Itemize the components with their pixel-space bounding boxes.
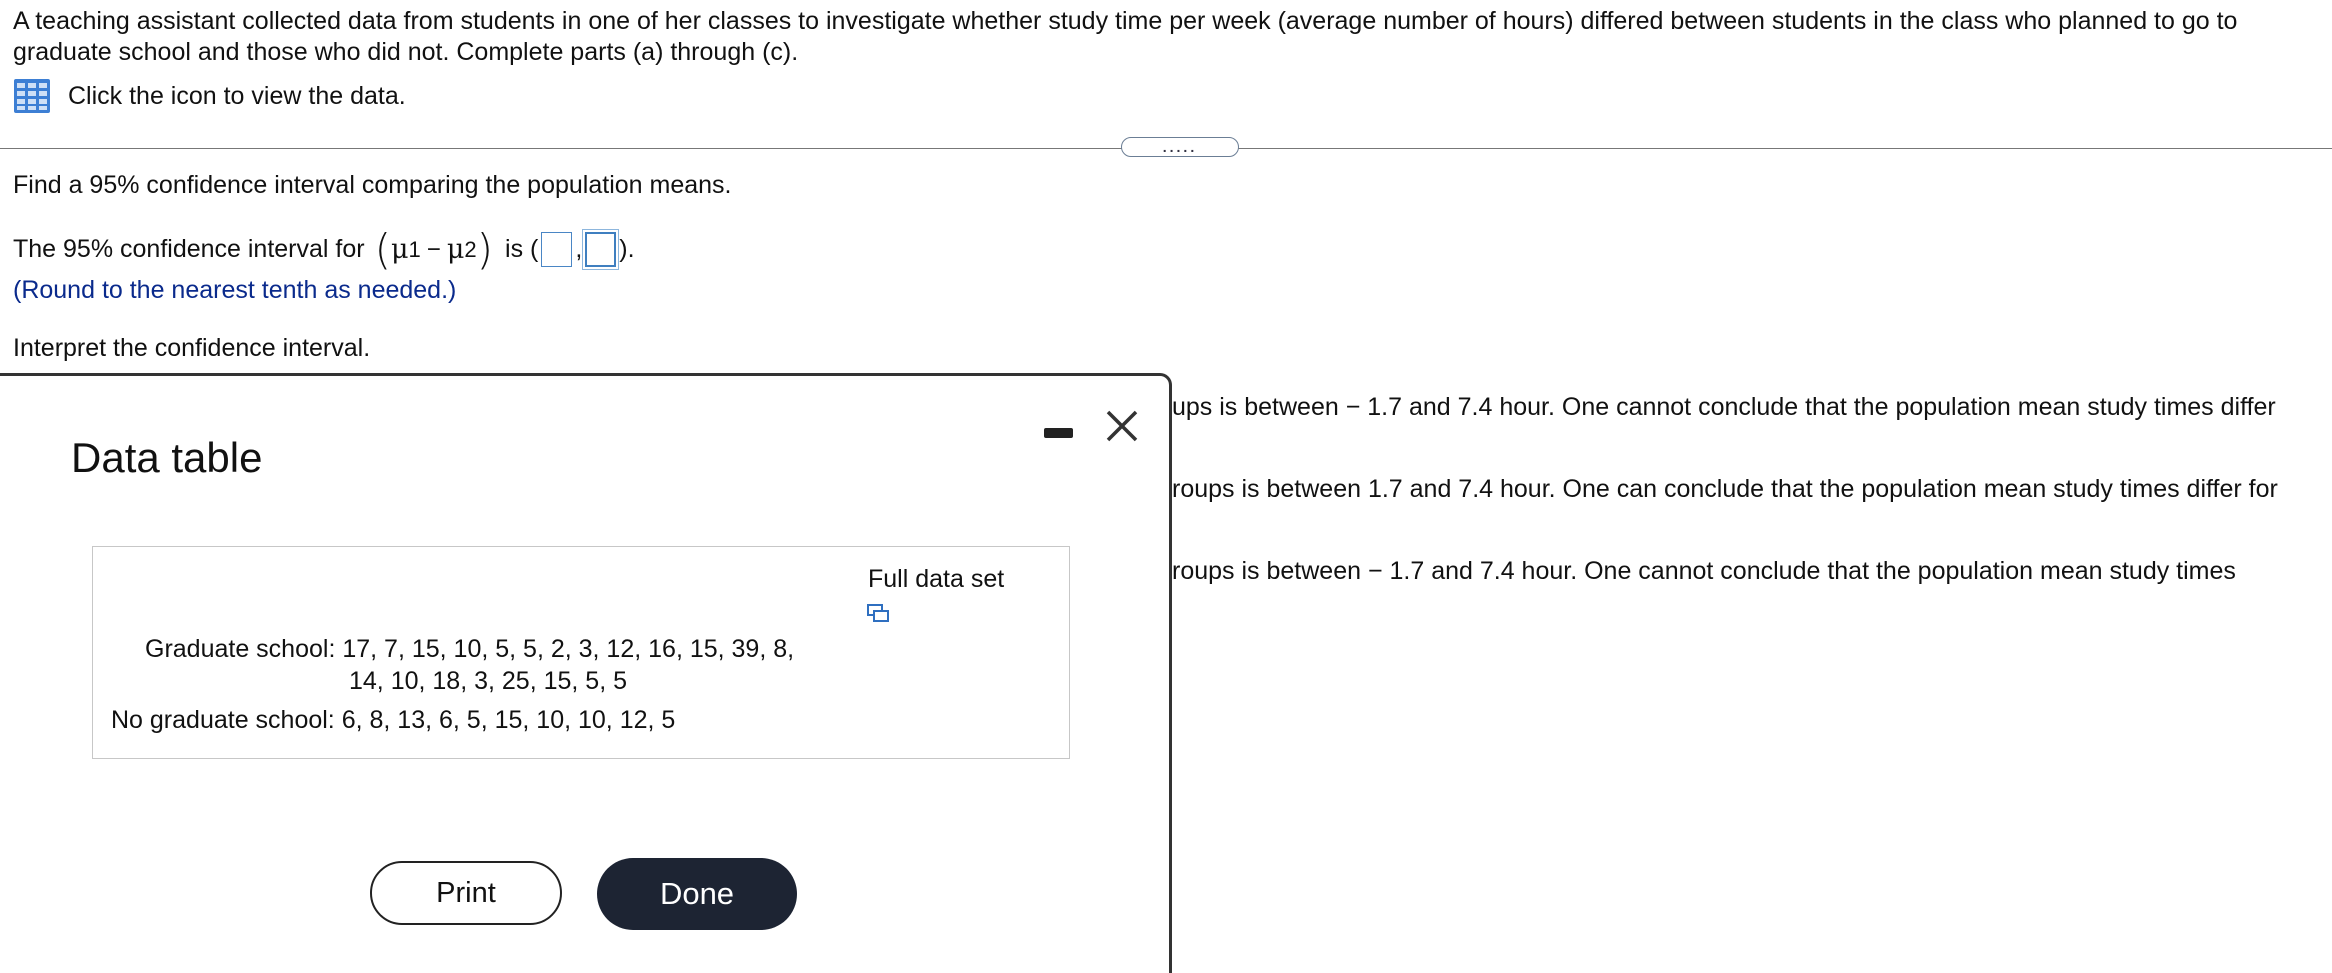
close-paren: ) <box>476 224 494 274</box>
comma: , <box>575 234 583 263</box>
data-table-modal: Data table Full data set Graduate school… <box>0 373 1172 973</box>
table-icon[interactable] <box>13 78 51 114</box>
graduate-label: Graduate school: <box>145 635 336 663</box>
interpret-prompt: Interpret the confidence interval. <box>13 334 371 362</box>
mu2-subscript: 2 <box>464 236 477 262</box>
modal-title: Data table <box>71 434 263 481</box>
no-graduate-row: No graduate school: 6, 8, 13, 6, 5, 15, … <box>111 705 675 736</box>
ci-answer-row: The 95% confidence interval for ( μ1 − μ… <box>13 224 635 274</box>
ci-upper-input[interactable] <box>585 231 617 267</box>
mu1-subscript: 1 <box>408 236 421 262</box>
view-data-link[interactable]: Click the icon to view the data. <box>13 78 406 114</box>
graduate-values-1: 17, 7, 15, 10, 5, 5, 2, 3, 12, 16, 15, 3… <box>342 635 795 663</box>
data-table: Full data set Graduate school: 17, 7, 15… <box>92 546 1070 759</box>
done-button[interactable]: Done <box>597 858 797 930</box>
copy-icon[interactable] <box>866 603 890 625</box>
expand-button[interactable]: ..... <box>1121 137 1239 157</box>
mu1-symbol: μ <box>390 233 409 265</box>
graduate-row: Graduate school: 17, 7, 15, 10, 5, 5, 2,… <box>145 634 794 665</box>
open-paren: ( <box>374 224 391 274</box>
no-graduate-label: No graduate school: <box>111 706 335 734</box>
no-graduate-values: 6, 8, 13, 6, 5, 15, 10, 10, 12, 5 <box>341 706 676 734</box>
problem-statement: A teaching assistant collected data from… <box>13 7 2238 66</box>
minimize-icon[interactable] <box>1044 428 1073 438</box>
graduate-values-2: 14, 10, 18, 3, 25, 15, 5, 5 <box>349 667 627 695</box>
ci-close: ). <box>619 234 635 263</box>
close-icon[interactable] <box>1103 407 1141 445</box>
option-b-text[interactable]: roups is between 1.7 and 7.4 hour. One c… <box>1172 474 2278 505</box>
ci-prefix: The 95% confidence interval for <box>13 234 365 263</box>
print-button[interactable]: Print <box>370 861 562 925</box>
ci-lower-input[interactable] <box>541 231 573 267</box>
is-text: is ( <box>505 234 539 263</box>
option-c-text[interactable]: roups is between − 1.7 and 7.4 hour. One… <box>1172 556 2236 587</box>
view-data-label[interactable]: Click the icon to view the data. <box>68 82 406 111</box>
full-data-label: Full data set <box>868 565 1005 593</box>
minus-sign: − <box>426 235 441 263</box>
round-note: (Round to the nearest tenth as needed.) <box>13 276 457 304</box>
ci-prompt: Find a 95% confidence interval comparing… <box>13 171 732 199</box>
option-a-text[interactable]: ups is between − 1.7 and 7.4 hour. One c… <box>1172 392 2276 423</box>
mu2-symbol: μ <box>446 233 465 265</box>
